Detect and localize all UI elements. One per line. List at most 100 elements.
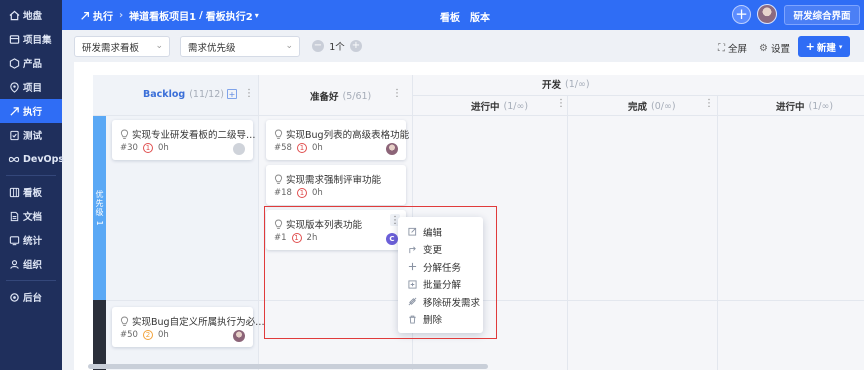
sidebar-item-admin[interactable]: 后台 (0, 285, 62, 309)
sidebar-item-organization[interactable]: 组织 (0, 252, 62, 276)
sidebar-item-label: 看板 (23, 188, 43, 199)
fullscreen-label: 全屏 (728, 44, 748, 55)
column-count: (5/61) (342, 90, 372, 102)
sidebar-item-label: 项目 (23, 83, 43, 94)
swimlane-bar[interactable] (93, 300, 106, 370)
chevron-down-icon: ⌄ (285, 41, 293, 51)
project-set-icon (8, 33, 20, 45)
sidebar-item-doc[interactable]: 文档 (0, 204, 62, 228)
test-icon (8, 129, 20, 141)
breadcrumb: 执行 › 禅道看板项目1 / 看板执行2 ▾ (80, 8, 259, 23)
sidebar-item-execution[interactable]: 执行 (0, 99, 62, 123)
lightbulb-icon (274, 174, 283, 184)
card-id: #18 (274, 188, 292, 198)
sidebar-divider (6, 175, 56, 176)
sidebar-divider (6, 280, 56, 281)
project-icon (8, 81, 20, 93)
sidebar-item-program[interactable]: 项目集 (0, 27, 62, 51)
story-card[interactable]: 实现Bug列表的高级表格功能 #58 1 0h (266, 120, 409, 160)
breadcrumb-project[interactable]: 禅道看板项目1 (129, 8, 196, 23)
horizontal-scrollbar[interactable] (88, 364, 488, 369)
execution-icon (80, 11, 90, 21)
sidebar-item-kanban[interactable]: 看板 (0, 180, 62, 204)
column-title: 完成 (628, 102, 648, 113)
sidebar-item-label: 文档 (23, 212, 43, 223)
sidebar-item-project[interactable]: 项目 (0, 75, 62, 99)
top-header: 执行 › 禅道看板项目1 / 看板执行2 ▾ 看板 版本 + 研发综合界面 (62, 0, 864, 30)
sidebar-item-label: 测试 (23, 131, 43, 142)
breadcrumb-module[interactable]: 执行 (93, 8, 113, 23)
board-type-value: 研发需求看板 (82, 42, 140, 54)
settings-button[interactable]: ⚙ 设置 (759, 41, 790, 56)
column-header-in-progress: 进行中 (1/∞) (471, 99, 529, 114)
column-header-backlog: Backlog (11/12) (143, 89, 224, 100)
new-button[interactable]: + 新建 ▾ (798, 36, 850, 57)
card-hours: 0h (311, 143, 323, 153)
fullscreen-icon: ⛶ (718, 42, 725, 54)
sidebar-item-label: 后台 (23, 293, 43, 304)
toolbar: 研发需求看板 ⌄ 需求优先级 ⌄ − 1个 + ⛶ 全屏 ⚙ 设置 + 新建 ▾ (62, 30, 864, 62)
minus-button[interactable]: − (312, 40, 324, 52)
chevron-down-icon: ⌄ (155, 41, 163, 51)
card-title: 实现专业研发看板的二级导… (132, 130, 256, 141)
story-card[interactable]: 实现需求强制评审功能 #18 1 0h (266, 165, 406, 205)
sidebar-item-label: 统计 (23, 236, 43, 247)
sidebar-item-label: 组织 (23, 260, 43, 271)
tab-release[interactable]: 版本 (470, 9, 490, 24)
chevron-down-icon[interactable]: ▾ (255, 11, 259, 20)
chevron-down-icon: ▾ (838, 42, 843, 51)
quick-create-button[interactable]: + (732, 5, 751, 24)
column-menu-icon[interactable]: ⋮ (392, 88, 402, 99)
column-header-in-progress-2: 进行中 (1/∞) (776, 99, 833, 114)
sidebar-item-product[interactable]: 产品 (0, 51, 62, 75)
card-id: #30 (120, 143, 138, 153)
swimlane-priority-1[interactable]: 优先级 1 (93, 116, 106, 300)
column-header-dev: 开发 (1/∞) (542, 77, 590, 92)
column-count: (11/12) (189, 89, 224, 100)
product-icon (8, 57, 20, 69)
sidebar-item-devops[interactable]: DevOps (0, 147, 65, 171)
column-count: (1/∞) (503, 100, 529, 112)
workspace-switch-button[interactable]: 研发综合界面 (784, 5, 860, 25)
card-title: 实现Bug自定义所属执行为必… (132, 317, 265, 328)
story-card[interactable]: 实现Bug自定义所属执行为必… #50 2 0h (112, 307, 265, 347)
story-card[interactable]: 实现专业研发看板的二级导… #30 1 0h (112, 120, 256, 160)
sidebar-item-dashboard[interactable]: 地盘 (0, 3, 62, 27)
card-hours: 0h (311, 188, 323, 198)
user-avatar[interactable] (757, 4, 777, 24)
sidebar-item-label: 产品 (23, 59, 43, 70)
column-title: 开发 (542, 80, 562, 91)
board-type-select[interactable]: 研发需求看板 ⌄ (74, 36, 170, 57)
plus-button[interactable]: + (350, 40, 362, 52)
avatar[interactable] (233, 330, 245, 342)
sidebar-item-statistics[interactable]: 统计 (0, 228, 62, 252)
highlight-box (264, 206, 497, 339)
sidebar: 地盘 项目集 产品 项目 执行 测试 DevOps 看板 文档 统计 组织 后台 (0, 0, 65, 370)
new-label: 新建 (816, 42, 836, 54)
column-menu-icon[interactable]: ⋮ (704, 98, 714, 109)
column-title: Backlog (143, 89, 186, 100)
avatar[interactable] (386, 143, 398, 155)
tab-kanban[interactable]: 看板 (440, 9, 460, 24)
settings-label: 设置 (770, 44, 790, 55)
card-title: 实现需求强制评审功能 (286, 175, 382, 186)
add-card-icon[interactable]: + (227, 89, 237, 99)
avatar[interactable] (233, 143, 245, 155)
column-menu-icon[interactable]: ⋮ (556, 98, 566, 109)
gear-icon: ⚙ (759, 42, 768, 54)
column-width-stepper: − 1个 + (312, 39, 362, 53)
lightbulb-icon (120, 316, 129, 326)
stepper-value: 1个 (329, 42, 345, 53)
sidebar-item-test[interactable]: 测试 (0, 123, 62, 147)
lightbulb-icon (120, 129, 129, 139)
sidebar-item-label: DevOps (23, 153, 65, 165)
column-menu-icon[interactable]: ⋮ (244, 88, 254, 99)
sort-value: 需求优先级 (188, 42, 236, 54)
home-icon (8, 9, 20, 21)
column-title: 进行中 (471, 102, 500, 113)
fullscreen-button[interactable]: ⛶ 全屏 (718, 41, 748, 56)
card-hours: 0h (157, 143, 169, 153)
kanban-icon (8, 186, 20, 198)
breadcrumb-board[interactable]: 看板执行2 (206, 8, 253, 23)
sort-select[interactable]: 需求优先级 ⌄ (180, 36, 300, 57)
